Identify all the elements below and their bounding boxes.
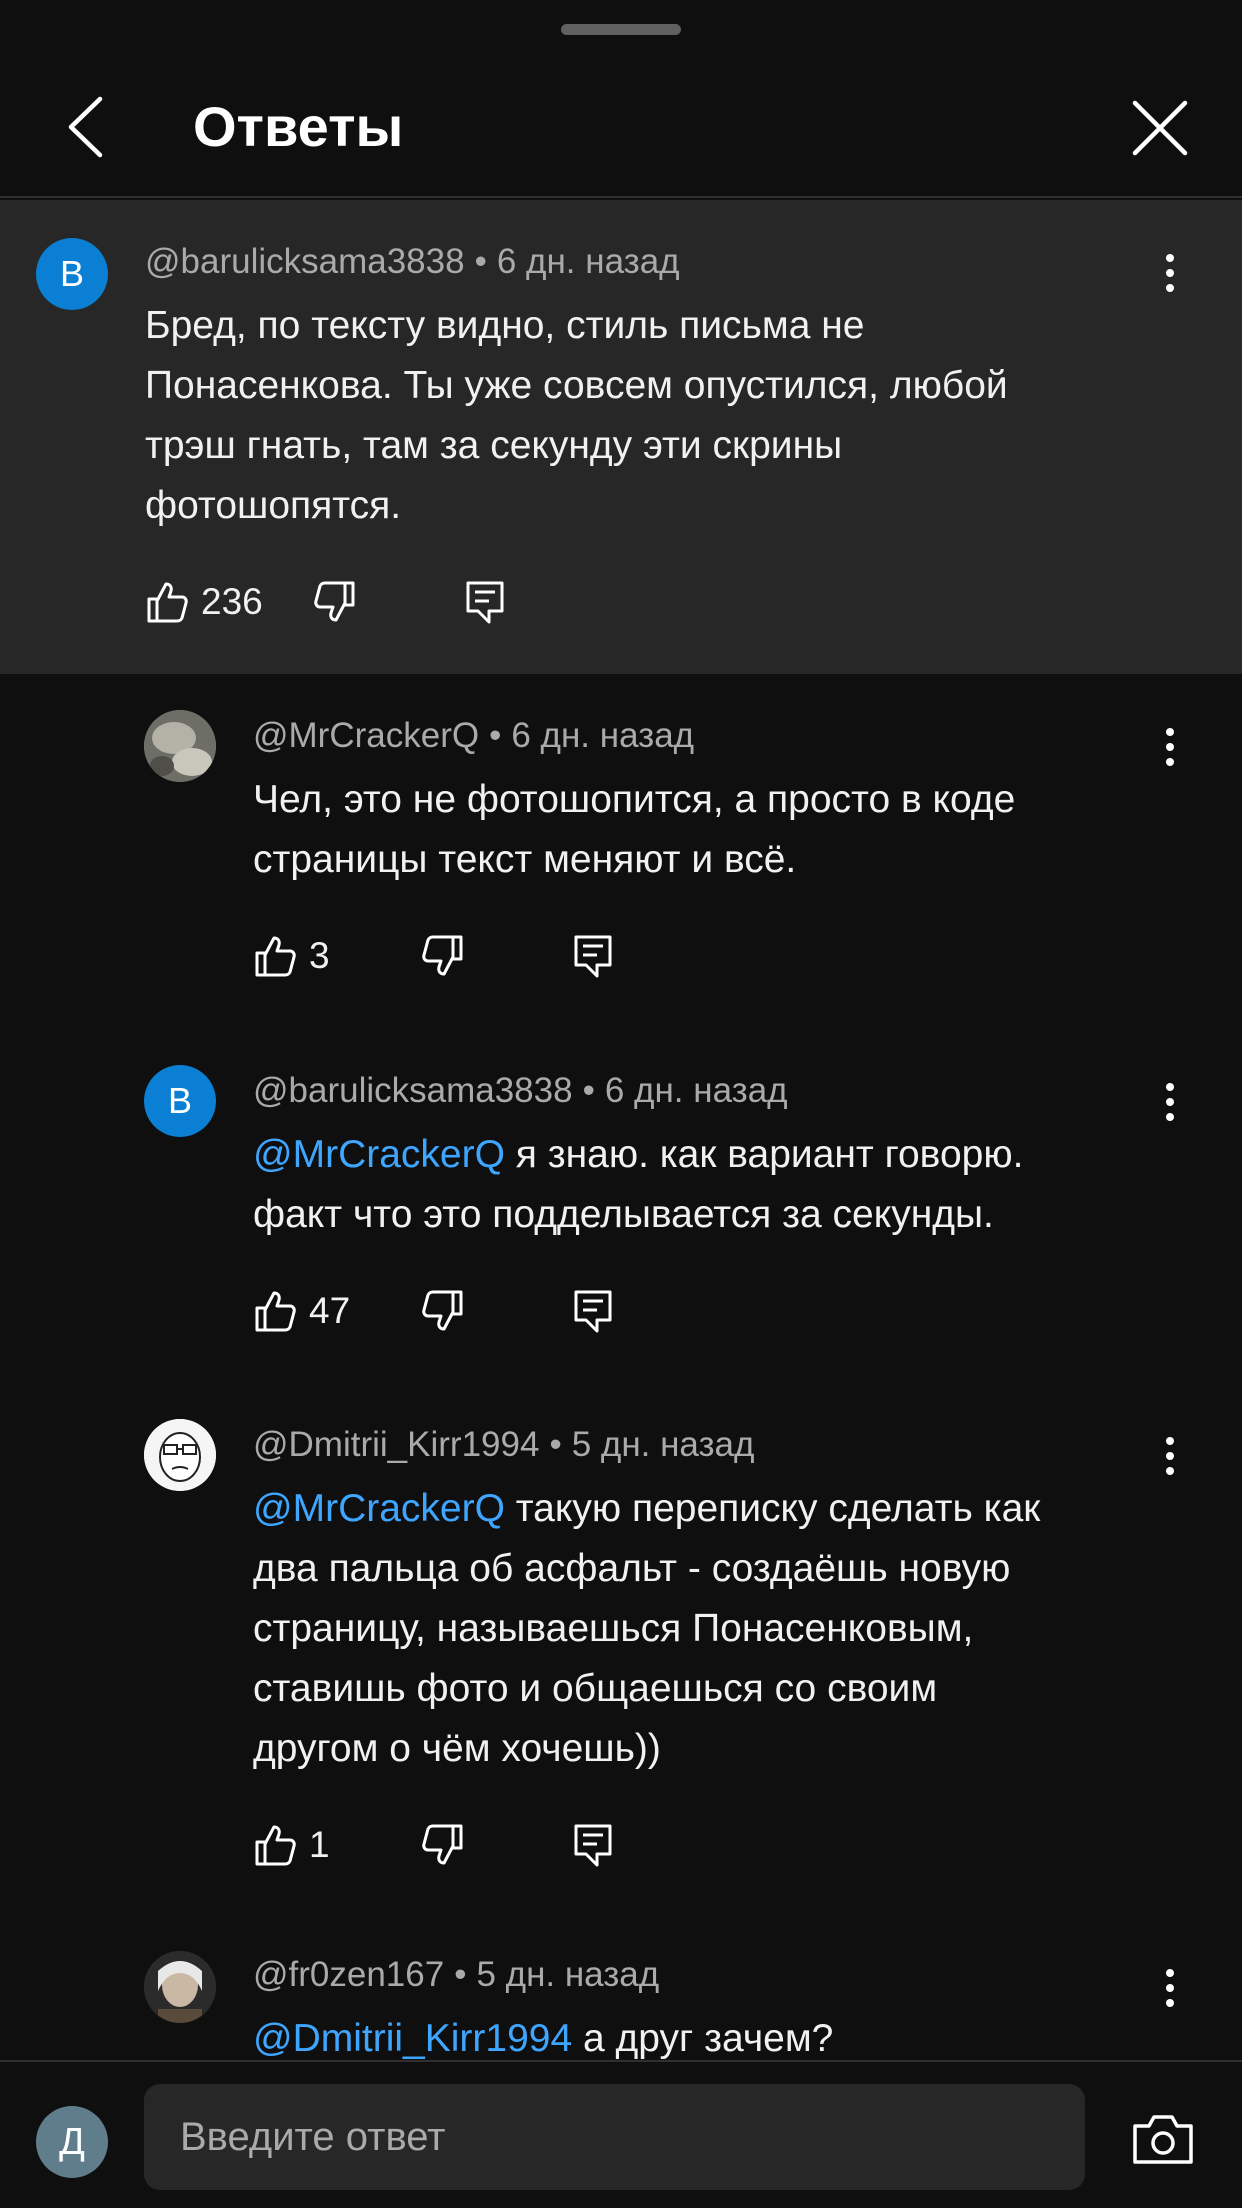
comment-text: Чел, это не фотошопится, а просто в коде… — [253, 778, 1016, 881]
reply-icon — [466, 581, 504, 624]
user-avatar[interactable]: Д — [36, 2106, 108, 2178]
avatar[interactable]: B — [144, 1065, 216, 1137]
reply-comment: B @barulicksama3838 • 6 дн. назад @MrCrack… — [0, 1029, 1242, 1383]
like-count: 47 — [309, 1290, 351, 1331]
reply-input[interactable]: Введите ответ — [144, 2084, 1085, 2190]
more-vert-icon — [1166, 1969, 1174, 2007]
back-button[interactable] — [50, 82, 120, 172]
dislike-button[interactable] — [421, 1815, 465, 1875]
reply-icon — [574, 1824, 612, 1867]
more-vert-icon — [1166, 254, 1174, 292]
thumb-up-icon — [255, 936, 296, 977]
comment-meta: @fr0zen167 • 5 дн. назад — [253, 1955, 660, 1994]
avatar[interactable]: B — [36, 238, 108, 310]
like-count: 3 — [309, 935, 330, 976]
comment-author[interactable]: @fr0zen167 — [253, 1955, 444, 1994]
thumb-down-icon — [422, 1290, 463, 1331]
dislike-button[interactable] — [313, 572, 357, 632]
avatar[interactable] — [144, 1419, 216, 1491]
chevron-left-icon — [68, 96, 103, 158]
dislike-button[interactable] — [421, 926, 465, 986]
reply-button[interactable] — [573, 926, 613, 986]
more-button[interactable] — [1150, 712, 1190, 782]
comment-text: Бред, по тексту видно, стиль письма не П… — [145, 304, 1008, 527]
mention-link[interactable]: @MrCrackerQ — [253, 1487, 505, 1530]
reply-button[interactable] — [573, 1815, 613, 1875]
comment-time: 6 дн. назад — [604, 1071, 788, 1110]
dislike-button[interactable] — [421, 1281, 465, 1341]
comment-meta: @barulicksama3838 • 6 дн. назад — [145, 242, 680, 281]
comment-meta: @barulicksama3838 • 6 дн. назад — [253, 1071, 788, 1110]
reply-comment: @MrCrackerQ • 6 дн. назад Чел, это не фото… — [0, 674, 1242, 1029]
like-count: 1 — [309, 1824, 330, 1865]
camera-button[interactable] — [1130, 2106, 1196, 2172]
like-count: 236 — [201, 581, 263, 622]
comment-text: @MrCrackerQ я знаю. как вариант говорю. … — [253, 1133, 1024, 1236]
comment-meta: @MrCrackerQ • 6 дн. назад — [253, 716, 695, 755]
comment-author[interactable]: @Dmitrii_Kirr1994 — [253, 1425, 539, 1464]
comment-author[interactable]: @barulicksama3838 — [145, 242, 465, 281]
mention-link[interactable]: @Dmitrii_Kirr1994 — [253, 2017, 572, 2060]
more-button[interactable] — [1150, 238, 1190, 308]
reply-icon — [574, 935, 612, 978]
parent-comment: B @barulicksama3838 • 6 дн. назад Бред, по… — [0, 200, 1242, 674]
page-title: Ответы — [193, 95, 404, 158]
more-vert-icon — [1166, 728, 1174, 766]
comment-time: 6 дн. назад — [511, 716, 695, 755]
avatar[interactable] — [144, 1951, 216, 2023]
comment-author[interactable]: @MrCrackerQ — [253, 716, 479, 755]
like-button[interactable]: 236 — [145, 572, 263, 632]
header: Ответы — [0, 0, 1242, 198]
thumb-down-icon — [314, 581, 355, 622]
like-button[interactable]: 47 — [253, 1281, 350, 1341]
more-button[interactable] — [1150, 1953, 1190, 2023]
mention-link[interactable]: @MrCrackerQ — [253, 1133, 505, 1176]
reply-icon — [574, 1290, 612, 1333]
comment-meta: @Dmitrii_Kirr1994 • 5 дн. назад — [253, 1425, 755, 1464]
comment-time: 5 дн. назад — [571, 1425, 755, 1464]
thumb-down-icon — [422, 1824, 463, 1865]
reply-comment: @fr0zen167 • 5 дн. назад @Dmitrii_Kirr1994… — [0, 1917, 1242, 2060]
more-button[interactable] — [1150, 1067, 1190, 1137]
reply-button[interactable] — [465, 572, 505, 632]
more-vert-icon — [1166, 1437, 1174, 1475]
comment-author[interactable]: @barulicksama3838 — [253, 1071, 573, 1110]
avatar[interactable] — [144, 710, 216, 782]
thumb-up-icon — [255, 1291, 296, 1332]
reply-button[interactable] — [573, 1281, 613, 1341]
thumb-up-icon — [147, 582, 188, 623]
close-icon — [1132, 100, 1188, 156]
thumb-down-icon — [422, 935, 463, 976]
reply-footer: Д Введите ответ — [0, 2060, 1242, 2208]
more-button[interactable] — [1150, 1421, 1190, 1491]
comment-time: 6 дн. назад — [496, 242, 680, 281]
camera-icon — [1133, 2115, 1193, 2164]
comment-text: @Dmitrii_Kirr1994 а друг зачем? — [253, 2017, 834, 2060]
like-button[interactable]: 1 — [253, 1815, 330, 1875]
more-vert-icon — [1166, 1083, 1174, 1121]
comment-text: @MrCrackerQ такую переписку сделать как … — [253, 1487, 1041, 1770]
thumb-up-icon — [255, 1825, 296, 1866]
close-button[interactable] — [1120, 88, 1200, 168]
like-button[interactable]: 3 — [253, 926, 330, 986]
comment-time: 5 дн. назад — [476, 1955, 660, 1994]
reply-comment: @Dmitrii_Kirr1994 • 5 дн. назад @MrCracker… — [0, 1383, 1242, 1917]
